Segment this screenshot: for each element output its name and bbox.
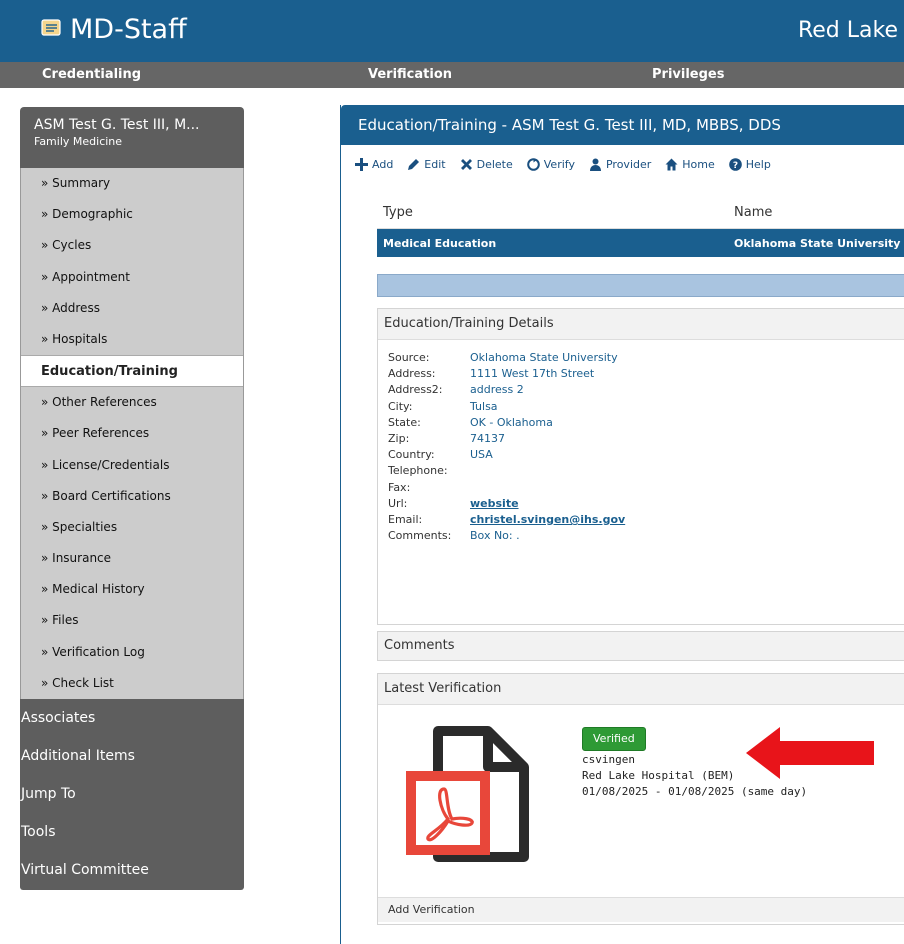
sidebar: ASM Test G. Test III, M... Family Medici… bbox=[20, 107, 244, 890]
delete-label: Delete bbox=[476, 157, 513, 171]
add-label: Add bbox=[372, 157, 394, 171]
svg-text:?: ? bbox=[733, 161, 738, 171]
add-verification-button[interactable]: Add Verification bbox=[378, 897, 904, 922]
sidebar-menu: » Summary » Demographic » Cycles » Appoi… bbox=[20, 168, 244, 699]
sidebar-item-other-references[interactable]: » Other References bbox=[21, 387, 243, 418]
provider-specialty: Family Medicine bbox=[34, 135, 123, 148]
sidebar-item-board-certifications[interactable]: » Board Certifications bbox=[21, 481, 243, 512]
sidebar-item-files[interactable]: » Files bbox=[21, 605, 243, 636]
col-header-type[interactable]: Type bbox=[383, 205, 413, 220]
person-icon bbox=[589, 158, 601, 171]
field-fax: Fax: bbox=[388, 480, 411, 494]
add-button[interactable]: Add bbox=[355, 157, 394, 171]
verify-label: Verify bbox=[543, 157, 575, 171]
comments-section: Comments bbox=[377, 631, 904, 661]
main-nav: Credentialing Verification Privileges bbox=[0, 62, 904, 88]
sidebar-group-virtual-committee[interactable]: Virtual Committee bbox=[20, 852, 244, 890]
verification-title[interactable]: Latest Verification bbox=[378, 674, 904, 705]
pencil-icon bbox=[408, 158, 420, 170]
app-logo[interactable]: MD-Staff bbox=[38, 14, 187, 45]
row-name: Oklahoma State University bbox=[734, 236, 901, 250]
verify-icon bbox=[526, 157, 540, 171]
field-city: City: Tulsa bbox=[388, 399, 498, 413]
verify-button[interactable]: Verify bbox=[526, 157, 575, 171]
sidebar-group-additional-items[interactable]: Additional Items bbox=[20, 738, 244, 776]
sidebar-group-associates[interactable]: Associates bbox=[20, 700, 244, 738]
home-button[interactable]: Home bbox=[665, 157, 715, 171]
field-url: Url: website bbox=[388, 496, 904, 512]
sidebar-group-jump-to[interactable]: Jump To bbox=[20, 776, 244, 814]
col-header-name[interactable]: Name bbox=[734, 205, 772, 220]
sidebar-item-insurance[interactable]: » Insurance bbox=[21, 543, 243, 574]
edit-label: Edit bbox=[424, 157, 446, 171]
website-link[interactable]: website bbox=[470, 496, 519, 512]
nav-verification[interactable]: Verification bbox=[368, 67, 452, 82]
field-comments: Comments: Box No: . bbox=[388, 529, 520, 543]
sidebar-group-tools[interactable]: Tools bbox=[20, 814, 244, 852]
email-link[interactable]: christel.svingen@ihs.gov bbox=[470, 512, 625, 528]
field-address: Address: 1111 West 17th Street bbox=[388, 367, 595, 381]
pager-bar bbox=[377, 274, 904, 297]
app-title: MD-Staff bbox=[70, 14, 187, 45]
verification-dates: 01/08/2025 - 01/08/2025 (same day) bbox=[582, 785, 808, 798]
help-icon: ? bbox=[728, 157, 742, 171]
provider-name: ASM Test G. Test III, M... bbox=[34, 117, 200, 133]
sidebar-item-peer-references[interactable]: » Peer References bbox=[21, 418, 243, 449]
sidebar-item-cycles[interactable]: » Cycles bbox=[21, 230, 243, 261]
provider-header[interactable]: ASM Test G. Test III, M... Family Medici… bbox=[20, 107, 244, 168]
table-row[interactable]: Medical Education Oklahoma State Univers… bbox=[377, 229, 904, 257]
x-icon bbox=[460, 158, 472, 170]
grid-header: Type Name bbox=[377, 196, 904, 229]
nav-privileges[interactable]: Privileges bbox=[652, 67, 724, 82]
edit-button[interactable]: Edit bbox=[407, 157, 446, 171]
plus-icon bbox=[355, 157, 368, 171]
panel-title: Education/Training - ASM Test G. Test II… bbox=[341, 105, 904, 145]
sidebar-item-demographic[interactable]: » Demographic bbox=[21, 199, 243, 230]
field-country: Country: USA bbox=[388, 448, 493, 462]
sidebar-item-education-training[interactable]: Education/Training bbox=[21, 355, 243, 388]
help-label: Help bbox=[745, 157, 771, 171]
field-zip: Zip: 74137 bbox=[388, 432, 505, 446]
home-label: Home bbox=[682, 157, 715, 171]
facility-name: Red Lake bbox=[797, 18, 898, 43]
sidebar-item-license-credentials[interactable]: » License/Credentials bbox=[21, 450, 243, 481]
main-panel: Education/Training - ASM Test G. Test II… bbox=[340, 105, 904, 944]
status-badge: Verified bbox=[582, 727, 646, 751]
provider-label: Provider bbox=[605, 157, 652, 171]
top-header: MD-Staff Red Lake bbox=[0, 0, 904, 62]
sidebar-item-medical-history[interactable]: » Medical History bbox=[21, 574, 243, 605]
toolbar: Add Edit Delete Verify Provider Home ? H… bbox=[341, 145, 904, 183]
sidebar-item-address[interactable]: » Address bbox=[21, 293, 243, 324]
field-email: Email: christel.svingen@ihs.gov bbox=[388, 512, 904, 528]
file-icon bbox=[38, 17, 70, 43]
sidebar-item-hospitals[interactable]: » Hospitals bbox=[21, 324, 243, 355]
sidebar-groups: Associates Additional Items Jump To Tool… bbox=[20, 699, 244, 890]
sidebar-item-specialties[interactable]: » Specialties bbox=[21, 512, 243, 543]
pdf-file-icon[interactable] bbox=[400, 723, 530, 869]
row-type: Medical Education bbox=[383, 236, 497, 250]
comments-title[interactable]: Comments bbox=[378, 632, 904, 660]
education-grid: Type Name Medical Education Oklahoma Sta… bbox=[377, 196, 904, 257]
sidebar-item-check-list[interactable]: » Check List bbox=[21, 668, 243, 699]
home-icon bbox=[665, 158, 678, 170]
field-source: Source: Oklahoma State University bbox=[388, 351, 618, 364]
sidebar-item-verification-log[interactable]: » Verification Log bbox=[21, 637, 243, 668]
red-arrow-icon bbox=[746, 727, 874, 783]
details-title[interactable]: Education/Training Details bbox=[378, 309, 904, 340]
sidebar-item-appointment[interactable]: » Appointment bbox=[21, 262, 243, 293]
delete-button[interactable]: Delete bbox=[460, 158, 513, 171]
details-section: Education/Training Details Source: Oklaho… bbox=[377, 308, 904, 625]
field-state: State: OK - Oklahoma bbox=[388, 415, 553, 429]
verification-section: Latest Verification Verified csvingen Re… bbox=[377, 673, 904, 925]
nav-credentialing[interactable]: Credentialing bbox=[42, 67, 141, 82]
field-address2: Address2: address 2 bbox=[388, 383, 524, 397]
provider-button[interactable]: Provider bbox=[589, 158, 651, 171]
details-fields: Source: Oklahoma State University Address… bbox=[378, 340, 904, 544]
help-button[interactable]: ? Help bbox=[728, 157, 771, 171]
field-telephone: Telephone: bbox=[388, 464, 448, 478]
sidebar-item-summary[interactable]: » Summary bbox=[21, 168, 243, 199]
